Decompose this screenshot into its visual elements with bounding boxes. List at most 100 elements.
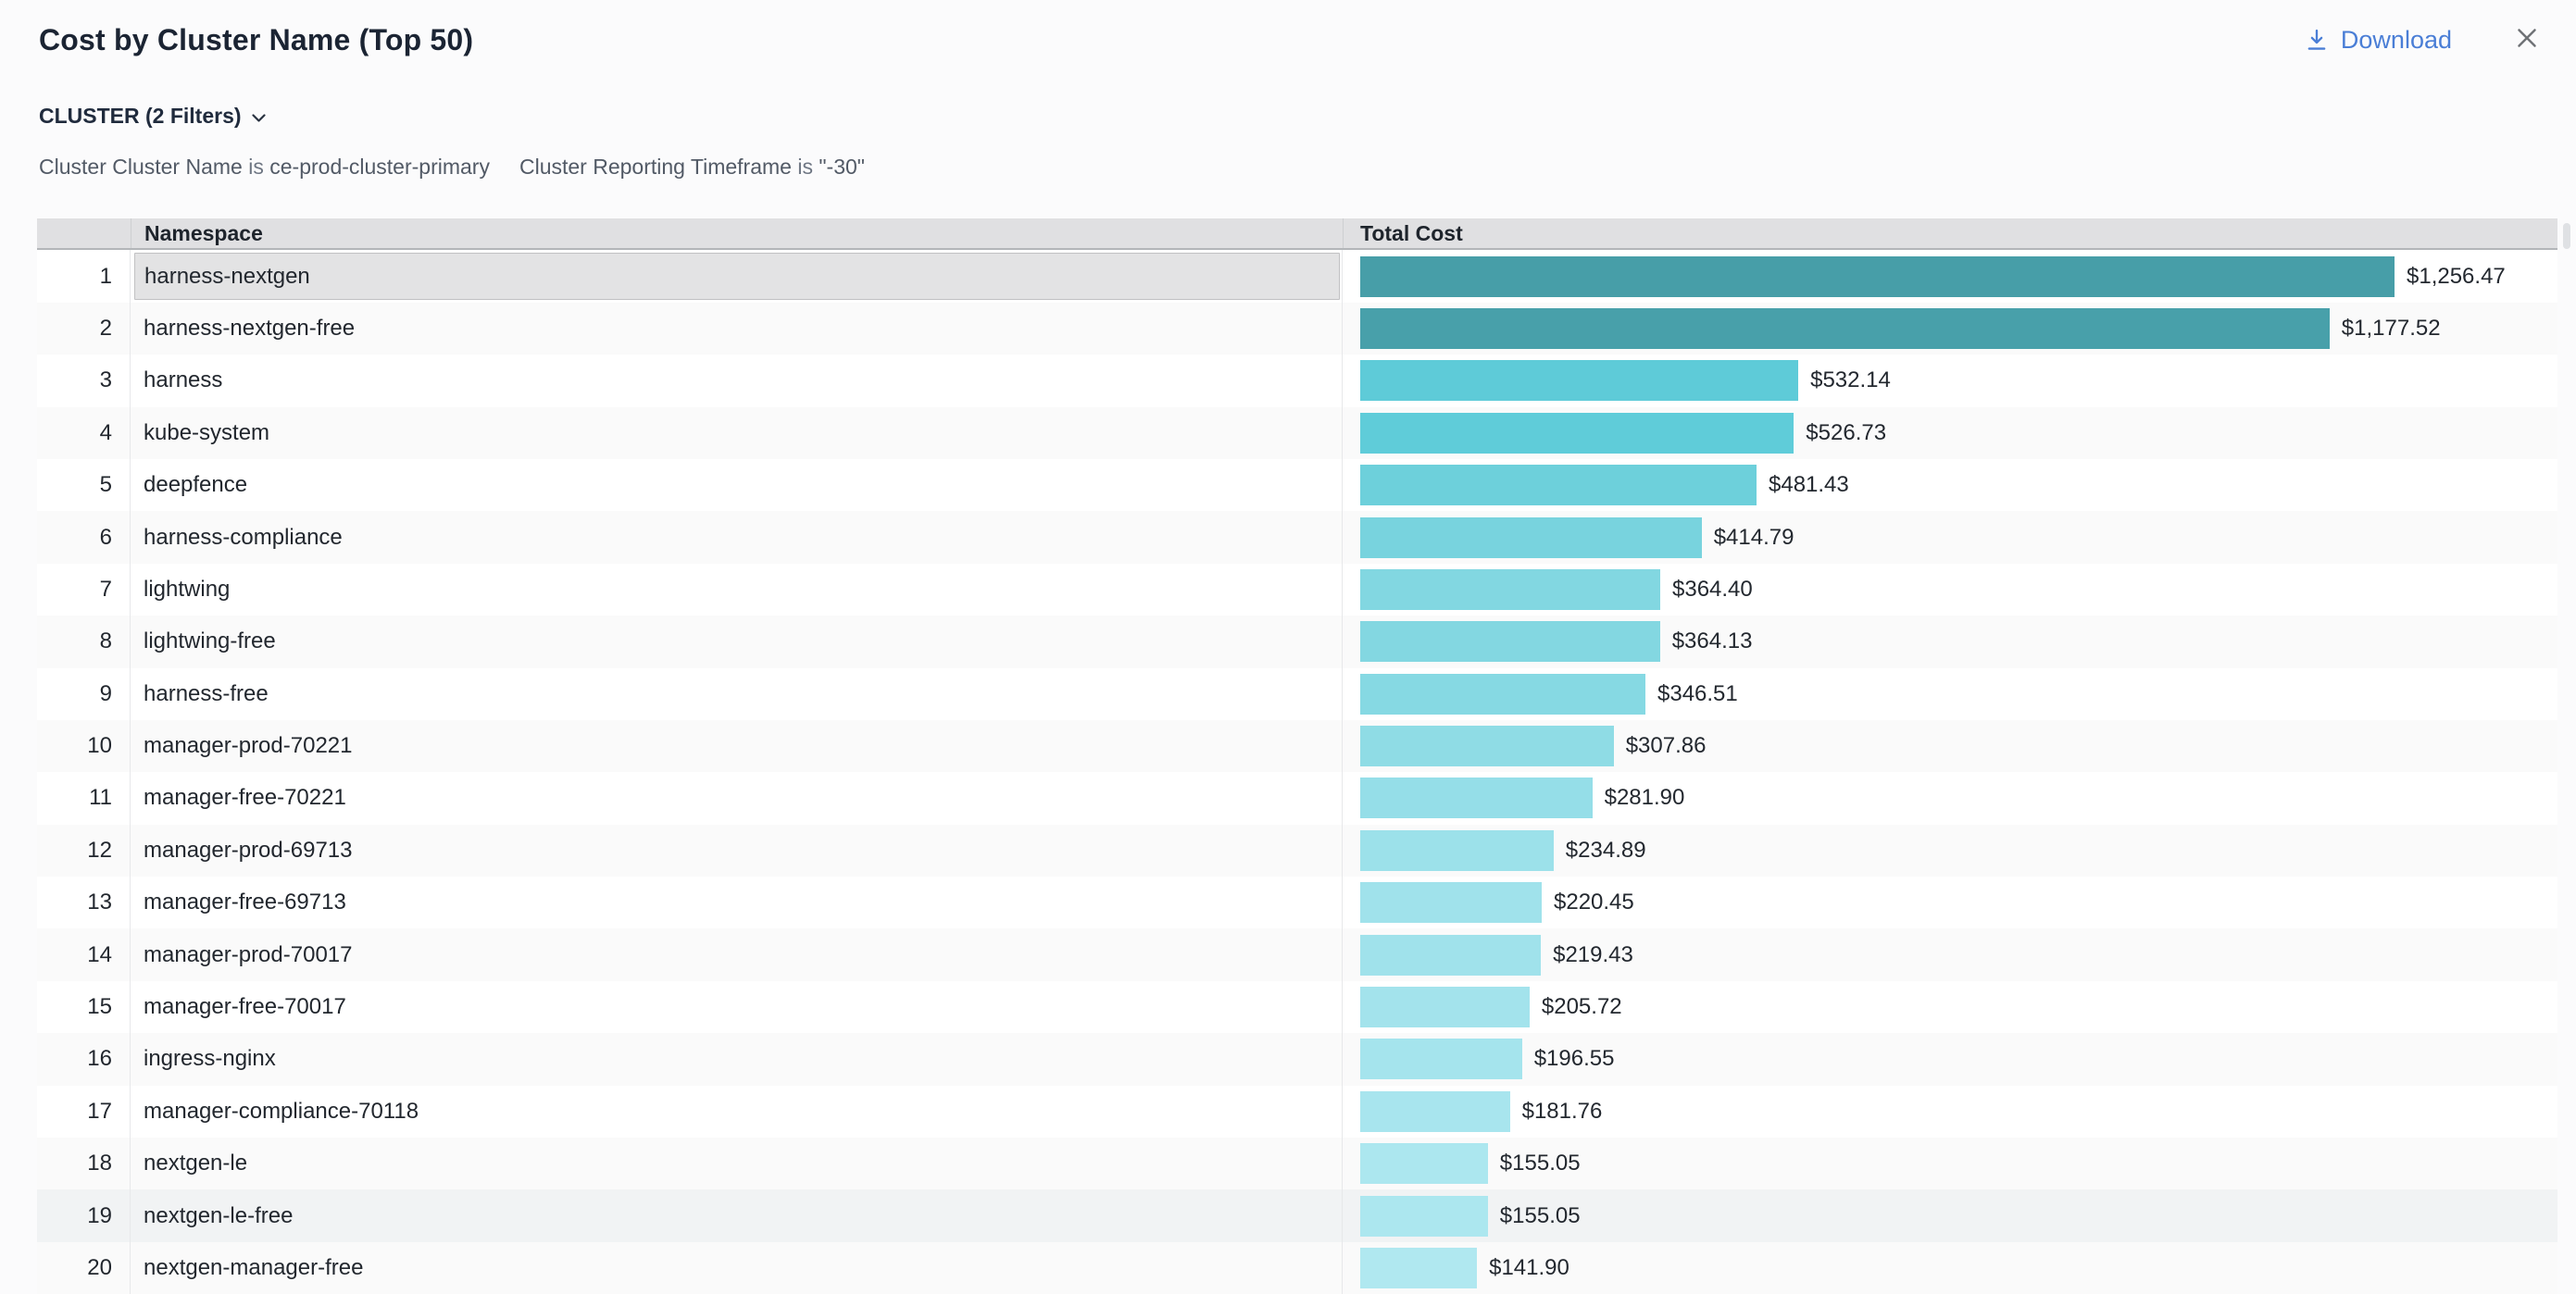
cost-cell[interactable]: $346.51: [1343, 668, 2557, 720]
download-button[interactable]: Download: [2304, 26, 2452, 55]
cost-bar: [1360, 882, 1542, 923]
cost-cell[interactable]: $141.90: [1343, 1242, 2557, 1294]
namespace-cell[interactable]: nextgen-manager-free: [131, 1242, 1343, 1294]
row-number: 20: [37, 1242, 131, 1294]
cost-cell[interactable]: $532.14: [1343, 355, 2557, 406]
cost-cell[interactable]: $281.90: [1343, 772, 2557, 824]
table-row[interactable]: 14manager-prod-70017$219.43: [37, 928, 2557, 980]
namespace-cell[interactable]: kube-system: [131, 407, 1343, 459]
cost-cell[interactable]: $220.45: [1343, 877, 2557, 928]
cost-bar: [1360, 830, 1554, 871]
table-row[interactable]: 8lightwing-free $364.13: [37, 616, 2557, 667]
table-row[interactable]: 5deepfence$481.43: [37, 459, 2557, 511]
namespace-text: manager-prod-70221: [131, 733, 352, 759]
cost-value: $364.13: [1672, 628, 1753, 654]
table-row[interactable]: 16ingress-nginx$196.55: [37, 1033, 2557, 1085]
namespace-text: manager-free-69713: [131, 890, 346, 915]
cost-cell[interactable]: $1,256.47: [1343, 250, 2557, 302]
namespace-cell[interactable]: deepfence: [131, 459, 1343, 511]
filter-value: "-30": [819, 155, 865, 179]
scrollbar-thumb[interactable]: [2563, 223, 2570, 249]
namespace-text: manager-prod-69713: [131, 838, 352, 864]
cost-bar: [1360, 778, 1593, 818]
namespace-cell[interactable]: manager-free-69713: [131, 877, 1343, 928]
namespace-cell[interactable]: harness: [131, 355, 1343, 406]
namespace-cell[interactable]: lightwing: [131, 564, 1343, 616]
cost-cell[interactable]: $155.05: [1343, 1138, 2557, 1189]
namespace-cell[interactable]: manager-free-70221: [131, 772, 1343, 824]
table-row[interactable]: 4kube-system$526.73: [37, 407, 2557, 459]
table-row[interactable]: 13manager-free-69713 $220.45: [37, 877, 2557, 928]
table-row[interactable]: 9harness-free$346.51: [37, 668, 2557, 720]
cost-cell[interactable]: $196.55: [1343, 1033, 2557, 1085]
cost-value: $307.86: [1626, 733, 1707, 759]
row-number: 13: [37, 877, 131, 928]
row-number: 8: [37, 616, 131, 667]
row-number: 18: [37, 1138, 131, 1189]
cost-cell[interactable]: $364.13: [1343, 616, 2557, 667]
namespace-text: manager-compliance-70118: [131, 1099, 419, 1125]
cost-cell[interactable]: $364.40: [1343, 564, 2557, 616]
cost-value: $526.73: [1806, 420, 1886, 446]
table-row[interactable]: 17manager-compliance-70118$181.76: [37, 1086, 2557, 1138]
dialog-header: Cost by Cluster Name (Top 50) Download: [0, 0, 2576, 57]
cost-bar: [1360, 569, 1660, 610]
table-row[interactable]: 7lightwing$364.40: [37, 564, 2557, 616]
cost-cell[interactable]: $155.05: [1343, 1189, 2557, 1241]
cost-cell[interactable]: $205.72: [1343, 981, 2557, 1033]
cost-bar: [1360, 1196, 1488, 1237]
namespace-text: lightwing-free: [131, 628, 276, 654]
cost-cell[interactable]: $414.79: [1343, 511, 2557, 563]
cost-cell[interactable]: $219.43: [1343, 928, 2557, 980]
table-row[interactable]: 12manager-prod-69713$234.89: [37, 825, 2557, 877]
table-row[interactable]: 15manager-free-70017$205.72: [37, 981, 2557, 1033]
table-header: Namespace Total Cost: [37, 218, 2557, 250]
cost-value: $481.43: [1769, 472, 1849, 498]
namespace-cell[interactable]: manager-compliance-70118: [131, 1086, 1343, 1138]
namespace-cell[interactable]: manager-prod-70221: [131, 720, 1343, 772]
column-header-total-cost[interactable]: Total Cost: [1343, 218, 2557, 248]
namespace-cell[interactable]: nextgen-le-free: [131, 1189, 1343, 1241]
table-row[interactable]: 18nextgen-le$155.05: [37, 1138, 2557, 1189]
column-header-namespace[interactable]: Namespace: [131, 218, 1343, 248]
cost-value: $220.45: [1554, 890, 1634, 915]
filter-item[interactable]: Cluster Reporting Timeframe is "-30": [519, 155, 865, 180]
table-row[interactable]: 2harness-nextgen-free$1,177.52: [37, 303, 2557, 355]
table-row[interactable]: 10manager-prod-70221$307.86: [37, 720, 2557, 772]
table-row[interactable]: 3harness$532.14: [37, 355, 2557, 406]
namespace-cell[interactable]: manager-prod-70017: [131, 928, 1343, 980]
filter-item[interactable]: Cluster Cluster Name is ce-prod-cluster-…: [39, 155, 490, 180]
namespace-cell[interactable]: manager-free-70017: [131, 981, 1343, 1033]
filters-toggle[interactable]: CLUSTER (2 Filters): [39, 104, 267, 129]
namespace-cell[interactable]: nextgen-le: [131, 1138, 1343, 1189]
cost-cell[interactable]: $526.73: [1343, 407, 2557, 459]
cost-table: Namespace Total Cost 1harness-nextgen$1,…: [37, 218, 2557, 1294]
namespace-cell[interactable]: harness-compliance: [131, 511, 1343, 563]
cost-bar: [1360, 360, 1798, 401]
table-row[interactable]: 6harness-compliance$414.79: [37, 511, 2557, 563]
cost-cell[interactable]: $181.76: [1343, 1086, 2557, 1138]
namespace-cell[interactable]: harness-free: [131, 668, 1343, 720]
namespace-cell[interactable]: lightwing-free: [131, 616, 1343, 667]
cost-bar: [1360, 413, 1794, 454]
namespace-cell[interactable]: ingress-nginx: [131, 1033, 1343, 1085]
cost-by-cluster-dialog: Cost by Cluster Name (Top 50) Download C…: [0, 0, 2576, 1294]
cost-cell[interactable]: $307.86: [1343, 720, 2557, 772]
close-button[interactable]: [2511, 24, 2543, 56]
namespace-cell[interactable]: harness-nextgen: [131, 250, 1343, 302]
filters-summary: CLUSTER (2 Filters): [39, 104, 242, 129]
table-row[interactable]: 11manager-free-70221$281.90: [37, 772, 2557, 824]
table-row[interactable]: 1harness-nextgen$1,256.47: [37, 250, 2557, 302]
namespace-cell[interactable]: harness-nextgen-free: [131, 303, 1343, 355]
cost-cell[interactable]: $234.89: [1343, 825, 2557, 877]
cost-cell[interactable]: $481.43: [1343, 459, 2557, 511]
namespace-cell[interactable]: manager-prod-69713: [131, 825, 1343, 877]
row-number: 11: [37, 772, 131, 824]
filter-field: Cluster Cluster Name: [39, 155, 243, 179]
cost-cell[interactable]: $1,177.52: [1343, 303, 2557, 355]
namespace-text: manager-prod-70017: [131, 942, 352, 968]
namespace-text: harness: [131, 367, 222, 393]
table-row[interactable]: 19nextgen-le-free$155.05: [37, 1189, 2557, 1241]
table-row[interactable]: 20nextgen-manager-free$141.90: [37, 1242, 2557, 1294]
vertical-scrollbar[interactable]: [2557, 218, 2576, 1294]
